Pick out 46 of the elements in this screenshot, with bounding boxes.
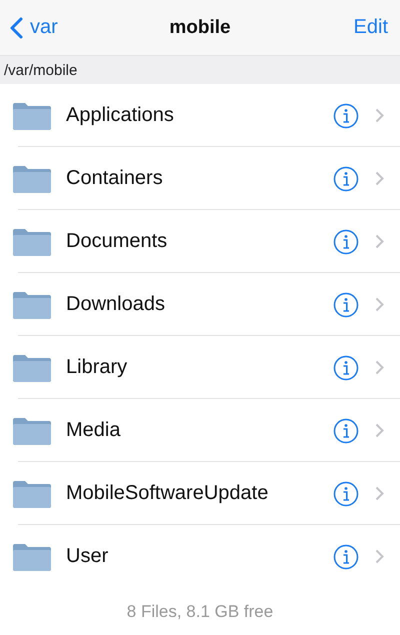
chevron-icon <box>375 171 384 186</box>
chevron-icon <box>375 549 384 564</box>
back-chevron-icon <box>10 16 23 38</box>
folder-row[interactable]: User <box>0 525 400 588</box>
folder-icon <box>12 100 52 130</box>
folder-name: Downloads <box>66 293 166 316</box>
folder-name: MobileSoftwareUpdate <box>66 482 270 505</box>
info-icon[interactable] <box>333 102 359 128</box>
info-icon[interactable] <box>333 418 359 444</box>
chevron-icon <box>375 360 384 375</box>
folder-icon <box>12 416 52 446</box>
folder-name: Media <box>66 419 122 442</box>
folder-name: Applications <box>66 104 175 127</box>
folder-name: Library <box>66 356 128 379</box>
info-icon[interactable] <box>333 292 359 318</box>
path-text: /var/mobile <box>4 62 78 78</box>
folder-name: User <box>66 545 110 568</box>
folder-row[interactable]: Media <box>0 399 400 462</box>
info-icon[interactable] <box>333 228 359 254</box>
chevron-icon <box>375 297 384 312</box>
footer-status: 8 Files, 8.1 GB free <box>126 602 274 622</box>
chevron-icon <box>375 423 384 438</box>
info-icon[interactable] <box>333 166 359 192</box>
edit-button[interactable]: Edit <box>354 16 388 39</box>
chevron-icon <box>375 234 384 249</box>
folder-name: Documents <box>66 230 168 253</box>
info-icon[interactable] <box>333 354 359 380</box>
folder-row[interactable]: Applications <box>0 84 400 147</box>
folder-icon <box>12 542 52 572</box>
folder-name: Containers <box>66 167 164 190</box>
folder-icon <box>12 478 52 508</box>
chevron-icon <box>375 108 384 123</box>
folder-row[interactable]: Documents <box>0 210 400 273</box>
folder-icon <box>12 352 52 382</box>
folder-icon <box>12 226 52 256</box>
folder-row[interactable]: MobileSoftwareUpdate <box>0 462 400 525</box>
folder-row[interactable]: Library <box>0 336 400 399</box>
folder-row[interactable]: Downloads <box>0 273 400 336</box>
folder-row[interactable]: Containers <box>0 147 400 210</box>
folder-icon <box>12 290 52 320</box>
info-icon[interactable] <box>333 480 359 506</box>
nav-title: mobile <box>169 16 231 38</box>
info-icon[interactable] <box>333 544 359 570</box>
back-button[interactable]: var <box>10 16 58 39</box>
folder-icon <box>12 164 52 194</box>
chevron-icon <box>375 486 384 501</box>
